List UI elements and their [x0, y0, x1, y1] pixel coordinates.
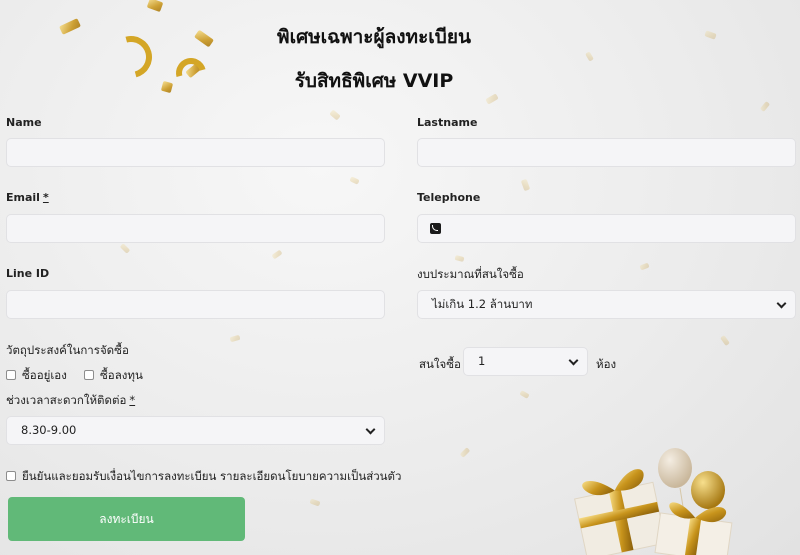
required-mark: * [129, 393, 136, 407]
purpose-invest-checkbox[interactable] [84, 370, 94, 380]
purpose-own-checkbox[interactable] [6, 370, 16, 380]
page-title: พิเศษเฉพาะผู้ลงทะเบียน [277, 26, 471, 48]
purpose-label: วัตถุประสงค์ในการจัดซื้อ [6, 343, 129, 357]
gift-box-decoration [574, 448, 733, 555]
interest-suffix-label: ห้อง [596, 357, 617, 371]
chevron-down-icon [776, 298, 787, 309]
telephone-label: Telephone [417, 191, 481, 204]
consent-checkbox[interactable] [6, 471, 16, 481]
interest-prefix-label: สนใจซื้อ [419, 357, 461, 371]
room-count-value: 1 [478, 354, 486, 368]
lastname-label: Lastname [417, 116, 478, 129]
contact-time-label: ช่วงเวลาสะดวกให้ติดต่อ * [6, 392, 135, 410]
chevron-down-icon [365, 424, 376, 435]
telephone-input[interactable] [417, 214, 796, 243]
register-button[interactable]: ลงทะเบียน [8, 497, 245, 541]
budget-label: งบประมาณที่สนใจซื้อ [417, 267, 524, 281]
page-subtitle: รับสิทธิพิเศษ VVIP [294, 70, 454, 92]
chevron-down-icon [568, 355, 579, 366]
name-input[interactable] [6, 138, 385, 167]
contact-time-select[interactable]: 8.30-9.00 [6, 416, 385, 445]
room-count-select[interactable]: 1 [463, 347, 588, 376]
consent-text: ยืนยันและยอมรับเงื่อนไขการลงทะเบียน รายล… [22, 469, 402, 483]
contact-time-value: 8.30-9.00 [21, 423, 77, 437]
purpose-invest-label: ซื้อลงทุน [100, 368, 143, 382]
line-id-input[interactable] [6, 290, 385, 319]
budget-selected-value: ไม่เกิน 1.2 ล้านบาท [432, 297, 533, 311]
contact-time-label-text: ช่วงเวลาสะดวกให้ติดต่อ [6, 393, 127, 407]
phone-icon [430, 223, 441, 234]
email-label: Email * [6, 191, 49, 204]
email-input[interactable] [6, 214, 385, 243]
lastname-input[interactable] [417, 138, 796, 167]
email-label-text: Email [6, 191, 40, 204]
required-mark: * [42, 191, 49, 204]
name-label: Name [6, 116, 42, 129]
purpose-own-label: ซื้ออยู่เอง [22, 368, 67, 382]
budget-select[interactable]: ไม่เกิน 1.2 ล้านบาท [417, 290, 796, 319]
line-id-label: Line ID [6, 267, 50, 280]
